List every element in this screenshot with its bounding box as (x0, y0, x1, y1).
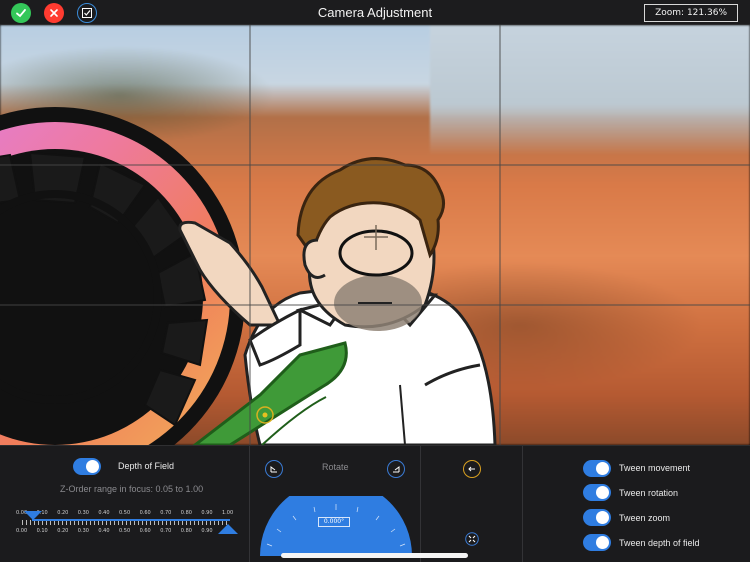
depth-of-field-label: Depth of Field (118, 461, 175, 471)
tween-movement-label: Tween movement (619, 463, 691, 473)
ruler-tick-label: 0.70 (160, 528, 172, 534)
scene-artwork (0, 107, 497, 445)
ruler-tick-label: 0.60 (139, 510, 151, 516)
rotate-left-icon (270, 466, 277, 473)
grid-line-v2 (499, 25, 501, 445)
top-toolbar: Camera Adjustment Zoom: 121.36% (0, 0, 750, 25)
reset-icon (468, 466, 475, 472)
range-high-handle[interactable] (218, 524, 238, 534)
tween-movement-toggle[interactable] (583, 460, 611, 477)
ruler-tick-label: 0.20 (57, 528, 69, 534)
grid-line-v1 (249, 25, 251, 445)
control-panel: Depth of Field Z-Order range in focus: 0… (0, 445, 750, 562)
zoom-indicator[interactable]: Zoom: 121.36% (644, 4, 738, 22)
ruler-tick-label: 0.40 (98, 510, 110, 516)
tween-depth-of-field-label: Tween depth of field (619, 538, 700, 548)
depth-of-field-toggle[interactable] (73, 458, 101, 475)
ruler-tick-label: 0.50 (119, 510, 131, 516)
tween-zoom-toggle[interactable] (583, 509, 611, 526)
tween-depth-of-field-toggle[interactable] (583, 534, 611, 551)
ruler-tick-label: 0.20 (57, 510, 69, 516)
ruler-tick-label: 0.10 (36, 528, 48, 534)
ruler-tick-label: 0.70 (160, 510, 172, 516)
ruler-tick-label: 0.80 (180, 528, 192, 534)
ruler-tick-label: 0.30 (77, 510, 89, 516)
ruler-tick-label: 0.90 (201, 510, 213, 516)
camera-stage[interactable] (0, 25, 750, 445)
tween-rotation-label: Tween rotation (619, 488, 679, 498)
fit-icon (465, 532, 479, 546)
ruler-tick-label: 0.60 (139, 528, 151, 534)
tween-rotation-toggle[interactable] (583, 484, 611, 501)
ruler-tick-label: 0.40 (98, 528, 110, 534)
rotation-value: 0.000° (318, 517, 350, 527)
ruler-tick-label: 0.80 (180, 510, 192, 516)
fit-button[interactable] (463, 530, 481, 548)
ruler-tick-label: 0.00 (16, 528, 28, 534)
ruler-range-fill (32, 519, 230, 521)
grid-line-h2 (0, 304, 750, 306)
home-indicator[interactable] (281, 553, 468, 558)
tween-zoom-label: Tween zoom (619, 513, 671, 523)
z-order-range-text: Z-Order range in focus: 0.05 to 1.00 (60, 484, 204, 494)
rotate-left-button[interactable] (265, 460, 283, 478)
page-title: Camera Adjustment (317, 5, 433, 20)
ruler-tick-label: 0.30 (77, 528, 89, 534)
character-artwork (178, 157, 497, 445)
depth-ruler[interactable]: 0.00 0.10 0.20 0.30 0.40 0.50 0.60 0.70 0.80 0.90… (16, 508, 242, 538)
rotate-right-icon (393, 466, 400, 473)
reset-button[interactable] (463, 460, 481, 478)
rotate-label: Rotate (322, 462, 349, 472)
rotate-right-button[interactable] (387, 460, 405, 478)
range-low-handle[interactable] (24, 511, 42, 520)
ruler-tick-label: 0.50 (119, 528, 131, 534)
ruler-tick-label: 0.90 (201, 528, 213, 534)
grid-line-h1 (0, 164, 750, 166)
ruler-tick-label: 1.00 (222, 510, 234, 516)
